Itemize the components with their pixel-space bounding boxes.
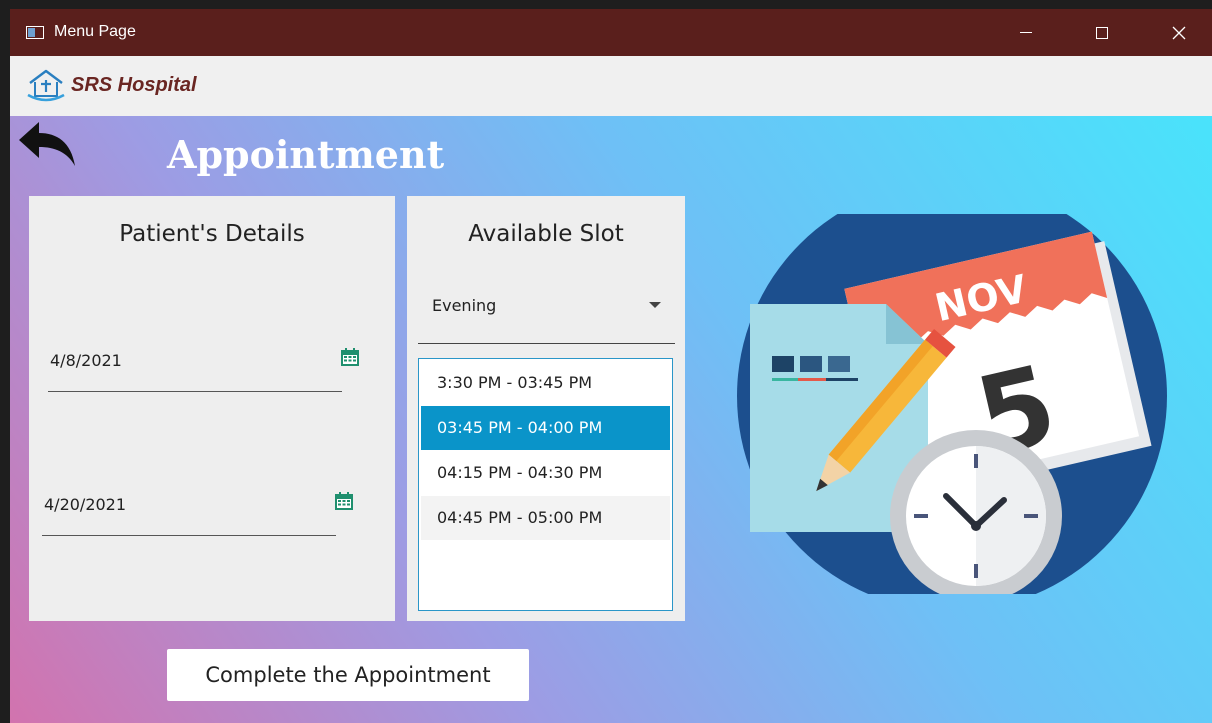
slot-list-item-selected[interactable]: 03:45 PM - 04:00 PM: [421, 406, 670, 450]
date-underline: [48, 391, 342, 392]
start-date-value: 4/8/2021: [50, 351, 122, 370]
slot-list-item[interactable]: 3:30 PM - 03:45 PM: [421, 361, 670, 405]
slot-label: 04:45 PM - 05:00 PM: [437, 508, 603, 527]
minimize-icon: [1020, 32, 1032, 33]
patient-details-panel: Patient's Details 4/8/2021 4/20/2021: [29, 196, 395, 621]
slot-list-item[interactable]: 04:15 PM - 04:30 PM: [421, 451, 670, 495]
available-slot-panel: Available Slot Evening 3:30 PM - 03:45 P…: [407, 196, 685, 621]
start-date-picker[interactable]: 4/8/2021: [48, 344, 359, 392]
slot-panel-title: Available Slot: [468, 221, 624, 247]
main-content: Appointment Patient's Details 4/8/2021 4…: [10, 116, 1212, 723]
complete-appointment-button[interactable]: Complete the Appointment: [167, 649, 529, 701]
close-icon: [1172, 26, 1186, 39]
app-window: Menu Page SRS Hospital Appointment Patie…: [10, 9, 1212, 723]
dropdown-underline: [418, 343, 675, 344]
slot-list[interactable]: 3:30 PM - 03:45 PM 03:45 PM - 04:00 PM 0…: [418, 358, 673, 611]
hospital-house-icon: [27, 69, 65, 102]
title-bar: Menu Page: [10, 9, 1212, 56]
maximize-icon: [1096, 26, 1108, 39]
end-date-value: 4/20/2021: [44, 495, 127, 514]
maximize-button[interactable]: [1079, 9, 1125, 56]
brand-bar: SRS Hospital: [10, 56, 1212, 116]
calendar-icon[interactable]: [340, 347, 360, 367]
window-title: Menu Page: [54, 23, 136, 40]
chevron-down-icon[interactable]: [649, 302, 661, 308]
slot-label: 3:30 PM - 03:45 PM: [437, 373, 593, 392]
calendar-icon[interactable]: [334, 491, 354, 511]
minimize-button[interactable]: [1003, 9, 1049, 56]
page-title: Appointment: [167, 132, 445, 177]
slot-label: 03:45 PM - 04:00 PM: [437, 418, 603, 437]
end-date-picker[interactable]: 4/20/2021: [42, 488, 353, 536]
back-arrow-icon[interactable]: [19, 122, 77, 168]
slot-list-item[interactable]: 04:45 PM - 05:00 PM: [421, 496, 670, 540]
period-dropdown[interactable]: Evening: [418, 276, 675, 344]
app-window-icon: [26, 26, 44, 39]
slot-label: 04:15 PM - 04:30 PM: [437, 463, 603, 482]
calendar-clock-illustration: NOV 5: [737, 214, 1167, 594]
brand-name: SRS Hospital: [71, 74, 197, 96]
date-underline: [42, 535, 336, 536]
close-button[interactable]: [1156, 9, 1202, 56]
patient-panel-title: Patient's Details: [119, 221, 305, 247]
period-selected-value: Evening: [432, 296, 497, 315]
